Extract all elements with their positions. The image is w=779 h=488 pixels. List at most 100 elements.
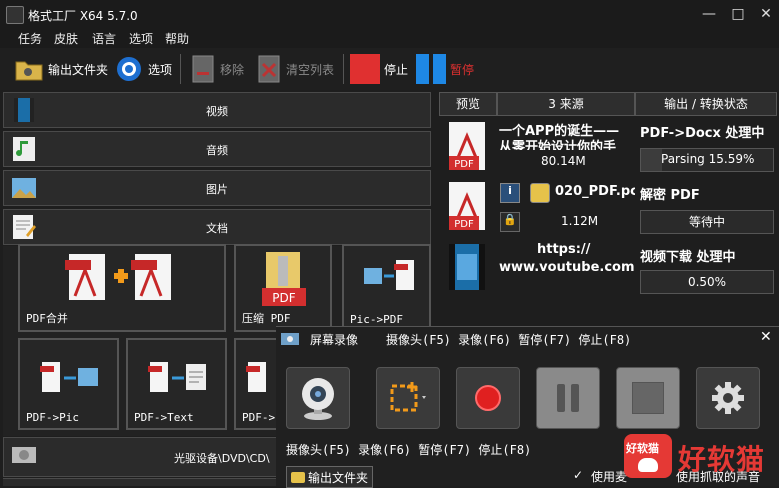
maximize-button[interactable]: □: [727, 4, 749, 24]
tool-pdf-to-pic[interactable]: PDF->Pic: [18, 338, 119, 430]
stop-label: 停止: [384, 62, 409, 77]
pdf-file-icon: PDF: [449, 182, 485, 230]
menu-skin[interactable]: 皮肤: [54, 30, 78, 47]
pause-icon: [557, 384, 579, 412]
video-file-icon: [449, 244, 485, 290]
source-name-line2: 从零开始设计你的手: [499, 140, 617, 150]
header-source[interactable]: 3 来源: [497, 92, 635, 116]
title-bar: 格式工厂 X64 5.7.0 — □ ✕: [0, 0, 779, 28]
tool-label: PDF->Pic: [26, 411, 79, 424]
category-image[interactable]: 图片: [3, 170, 431, 206]
task-status: PDF->Docx 处理中: [640, 126, 765, 141]
progress-bar: Parsing 15.59%: [640, 148, 774, 172]
toolbar-divider: [343, 54, 344, 84]
source-url: https://: [537, 242, 591, 257]
region-select-icon: [390, 382, 426, 412]
record-button[interactable]: [456, 367, 520, 429]
record-icon: [475, 385, 501, 411]
gear-icon: [117, 57, 141, 81]
category-optical[interactable]: 光驱设备\DVD\CD\: [3, 437, 279, 477]
tool-compress-pdf[interactable]: PDF 压缩 PDF: [234, 244, 332, 332]
category-document-label: 文档: [206, 222, 228, 235]
app-icon: [6, 6, 24, 24]
file-size: 80.14M: [541, 154, 586, 168]
tool-pdf-to-text[interactable]: PDF->Text: [126, 338, 227, 430]
use-mic-checkbox[interactable]: ✓: [573, 468, 583, 482]
category-video[interactable]: 视频: [3, 92, 431, 128]
file-size: 1.12M: [561, 214, 599, 228]
tool-label: PDF->Text: [134, 411, 194, 424]
progress-text: 0.50%: [687, 275, 727, 289]
header-preview[interactable]: 预览: [439, 92, 497, 116]
remove-button[interactable]: 移除: [190, 48, 244, 90]
folder-icon: [15, 61, 43, 81]
pic-to-pdf-icon: [364, 260, 414, 290]
tool-label: 压缩 PDF: [242, 312, 291, 325]
source-name: 020_PDF.pc: [555, 184, 635, 199]
window-title: 格式工厂 X64 5.7.0: [28, 9, 138, 23]
clear-list-label: 清空列表: [286, 62, 335, 77]
clear-list-button[interactable]: 清空列表: [256, 48, 334, 90]
tool-pdf-to-more[interactable]: PDF->: [234, 338, 279, 430]
task-row[interactable]: PDF 一个APP的诞生—— 从零开始设计你的手 80.14M PDF->Doc…: [437, 118, 777, 178]
minimize-button[interactable]: —: [698, 4, 720, 24]
task-status: 视频下载 处理中: [640, 250, 736, 265]
tool-label: Pic->PDF: [350, 313, 403, 326]
tool-pic-to-pdf[interactable]: Pic->PDF: [342, 244, 431, 332]
pause-record-button[interactable]: [536, 367, 600, 429]
compress-pdf-icon: PDF: [262, 252, 306, 306]
remove-icon: [192, 55, 214, 83]
stop-record-button[interactable]: [616, 367, 680, 429]
recorder-settings-button[interactable]: [696, 367, 760, 429]
menu-options[interactable]: 选项: [129, 30, 153, 47]
recorder-close-button[interactable]: ✕: [760, 329, 772, 345]
output-folder-button[interactable]: 输出文件夹: [14, 48, 108, 90]
info-icon[interactable]: i: [500, 183, 520, 203]
pdf-to-pic-icon: [40, 362, 98, 392]
svg-text:PDF: PDF: [454, 219, 474, 230]
watermark-logo: 好软猫: [624, 434, 672, 478]
svg-text:PDF: PDF: [454, 159, 474, 170]
lock-icon[interactable]: 🔒: [500, 212, 520, 232]
close-button[interactable]: ✕: [755, 4, 777, 24]
task-row[interactable]: https:// www.voutube.com 视频下载 处理中 0.50%: [437, 242, 777, 294]
menu-language[interactable]: 语言: [92, 30, 116, 47]
task-status: 解密 PDF: [640, 188, 700, 203]
stop-button[interactable]: 停止: [350, 48, 408, 90]
recorder-output-folder-label: 输出文件夹: [308, 470, 369, 485]
recorder-titlebar: 屏幕录像 摄像头(F5) 录像(F6) 暂停(F7) 停止(F8) ✕: [276, 327, 779, 351]
tool-label: PDF合并: [26, 312, 68, 325]
stop-icon: [632, 382, 664, 414]
category-document[interactable]: 文档: [3, 209, 431, 245]
gear-icon: [712, 382, 744, 414]
toolbar: 输出文件夹 选项 移除 清空列表 停止 暂停: [0, 48, 779, 90]
progress-bar: 等待中: [640, 210, 774, 234]
watermark-brand: 好软猫: [678, 443, 766, 476]
pause-button[interactable]: 暂停: [416, 48, 474, 90]
select-region-button[interactable]: [376, 367, 440, 429]
webcam-button[interactable]: [286, 367, 350, 429]
pdf-merge-icon: [65, 254, 171, 300]
tool-label: PDF->: [242, 411, 276, 424]
menu-task[interactable]: 任务: [18, 30, 42, 47]
pdf-to-text-icon: [148, 362, 206, 392]
progress-text: 等待中: [688, 215, 725, 229]
pause-label: 暂停: [450, 62, 475, 77]
folder-open-icon[interactable]: [530, 183, 550, 203]
toolbar-divider: [180, 54, 181, 84]
menu-help[interactable]: 帮助: [165, 30, 189, 47]
watermark-badge-text: 好软猫: [626, 442, 659, 455]
category-optical-label: 光驱设备\DVD\CD\: [174, 452, 270, 465]
progress-bar: 0.50%: [640, 270, 774, 294]
webcam-icon: [302, 378, 334, 420]
folder-icon: [291, 471, 305, 483]
progress-text: Parsing 15.59%: [661, 152, 755, 166]
task-row[interactable]: PDF i 020_PDF.pc 🔒 1.12M 解密 PDF 等待中: [437, 180, 777, 240]
use-mic-label: 使用麦: [591, 470, 628, 484]
category-audio[interactable]: 音频: [3, 131, 431, 167]
header-output[interactable]: 输出 / 转换状态: [635, 92, 777, 116]
recorder-title: 屏幕录像: [310, 333, 359, 347]
tool-pdf-merge[interactable]: PDF合并: [18, 244, 226, 332]
options-button[interactable]: 选项: [114, 48, 172, 90]
source-url-line2: www.voutube.com: [499, 260, 635, 275]
